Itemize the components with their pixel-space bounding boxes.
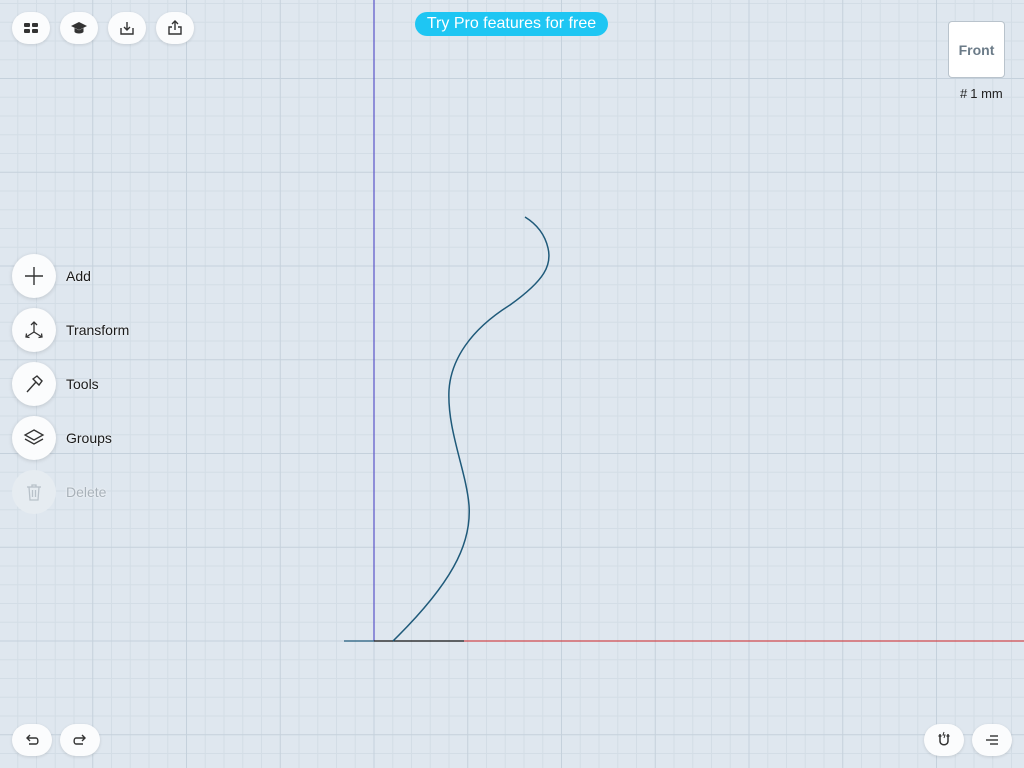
add-button[interactable]: Add	[12, 254, 91, 298]
tools-button[interactable]: Tools	[12, 362, 99, 406]
projects-button[interactable]	[12, 12, 50, 44]
view-cube-label: Front	[958, 41, 995, 58]
transform-icon	[25, 321, 43, 339]
plus-icon	[25, 267, 43, 285]
groups-label: Groups	[66, 430, 112, 446]
delete-button[interactable]: Delete	[12, 470, 106, 514]
menu-lines-icon	[986, 735, 998, 745]
groups-button[interactable]: Groups	[12, 416, 112, 460]
view-cube-front[interactable]: Front	[948, 21, 1005, 78]
share-icon	[168, 20, 182, 35]
sketch-curve[interactable]	[392, 216, 550, 642]
trash-icon	[27, 484, 41, 501]
redo-button[interactable]	[60, 724, 100, 756]
add-label: Add	[66, 268, 91, 284]
graduation-cap-icon	[71, 22, 87, 34]
hash-icon: #	[960, 86, 968, 101]
sketch-canvas[interactable]	[0, 0, 1024, 768]
layers-icon	[23, 429, 45, 445]
grid-size-value: 1 mm	[970, 86, 1003, 101]
magnet-icon	[938, 731, 950, 746]
menu-button[interactable]	[972, 724, 1012, 756]
undo-icon	[26, 734, 39, 745]
import-button[interactable]	[108, 12, 146, 44]
learn-button[interactable]	[60, 12, 98, 44]
import-icon	[120, 22, 134, 35]
try-pro-button[interactable]: Try Pro features for free	[415, 12, 608, 36]
tools-label: Tools	[66, 376, 99, 392]
transform-label: Transform	[66, 322, 130, 338]
delete-label: Delete	[66, 484, 107, 500]
undo-button[interactable]	[12, 724, 52, 756]
redo-icon	[73, 734, 86, 745]
transform-button[interactable]: Transform	[12, 308, 129, 352]
hammer-icon	[26, 375, 43, 393]
grid-size-indicator[interactable]: # 1 mm	[960, 86, 1003, 101]
snap-button[interactable]	[924, 724, 964, 756]
export-button[interactable]	[156, 12, 194, 44]
grid-icon	[24, 23, 38, 33]
